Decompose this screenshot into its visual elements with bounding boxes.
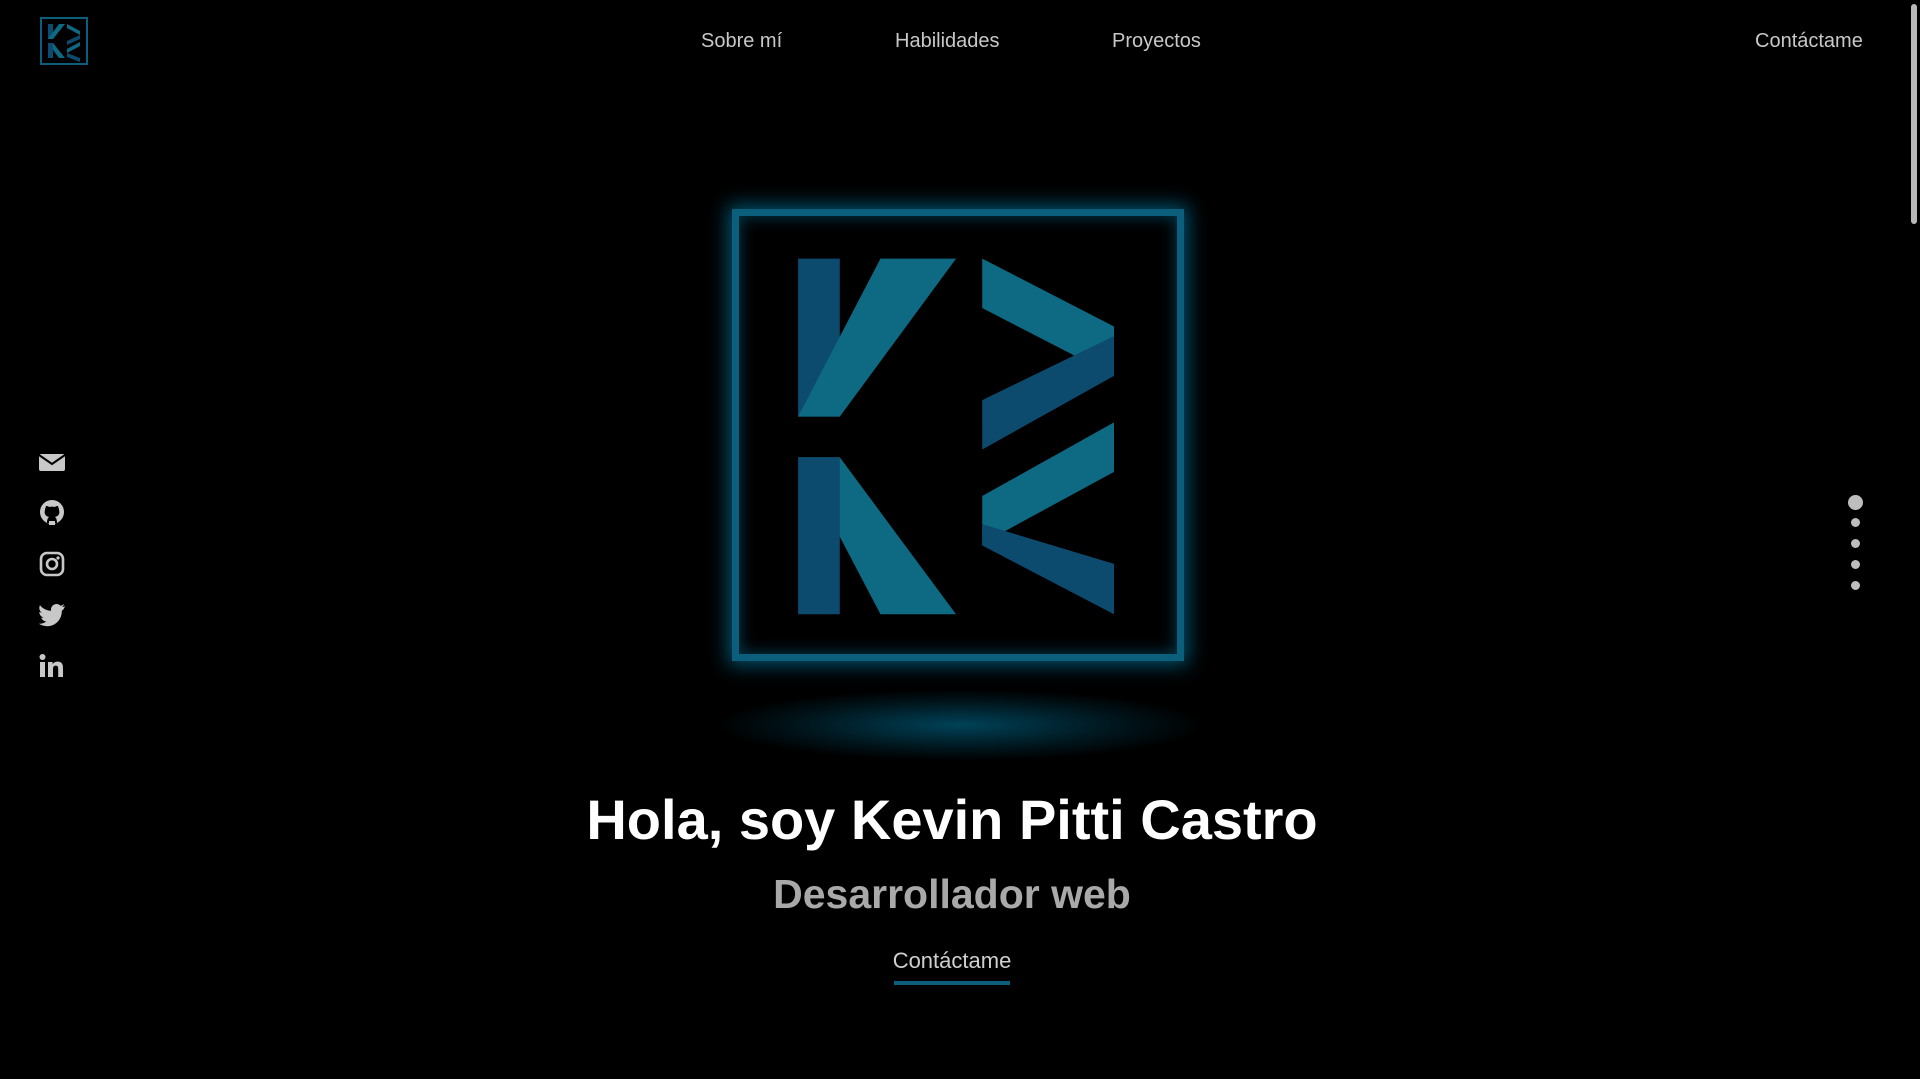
- nav-link-about[interactable]: Sobre mí: [701, 30, 782, 53]
- linkedin-icon[interactable]: [38, 652, 66, 680]
- instagram-icon[interactable]: [38, 550, 66, 578]
- contact-button[interactable]: Contáctame: [880, 948, 1024, 980]
- logo-reflection: [720, 690, 1200, 760]
- hero-subtitle: Desarrollador web: [773, 871, 1131, 917]
- kk-monogram-icon: [798, 258, 1115, 615]
- twitter-icon[interactable]: [38, 601, 66, 629]
- section-dot-3[interactable]: [1851, 539, 1860, 548]
- section-dot-4[interactable]: [1851, 560, 1860, 569]
- page: Sobre mí Habilidades Proyectos Contáctam…: [0, 0, 1920, 1079]
- social-sidebar: [38, 448, 68, 703]
- nav-link-skills[interactable]: Habilidades: [895, 30, 1000, 53]
- hero-logo: [732, 209, 1184, 661]
- nav-link-projects[interactable]: Proyectos: [1112, 30, 1201, 53]
- contact-button-underline: [894, 981, 1010, 985]
- scrollbar-thumb[interactable]: [1911, 4, 1917, 224]
- scrollbar[interactable]: [1906, 0, 1920, 1079]
- nav-link-contact[interactable]: Contáctame: [1755, 30, 1863, 53]
- hero-title: Hola, soy Kevin Pitti Castro: [586, 788, 1318, 851]
- github-icon[interactable]: [38, 499, 66, 527]
- section-dot-5[interactable]: [1851, 581, 1860, 590]
- main-nav: Sobre mí Habilidades Proyectos Contáctam…: [0, 30, 1920, 58]
- section-dots: [1848, 495, 1868, 602]
- section-dot-2[interactable]: [1851, 518, 1860, 527]
- envelope-icon[interactable]: [38, 448, 66, 476]
- section-dot-1[interactable]: [1848, 495, 1863, 510]
